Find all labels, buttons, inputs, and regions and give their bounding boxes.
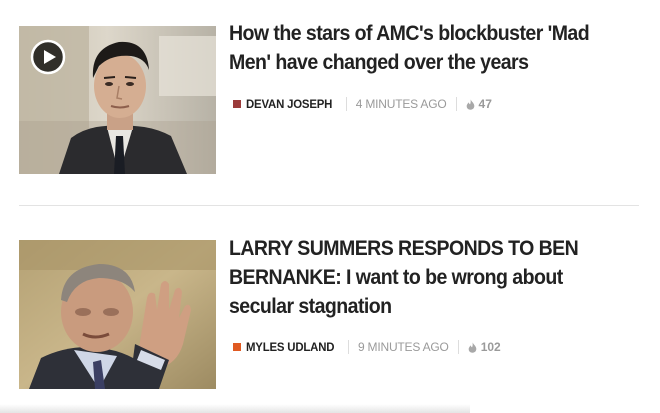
meta-divider <box>455 97 457 111</box>
view-count: 47 <box>478 97 492 111</box>
author-name[interactable]: DEVAN JOSEPH <box>246 97 332 111</box>
meta-divider <box>345 97 347 111</box>
article-meta: DEVAN JOSEPH 4 MINUTES AGO 47 <box>233 96 492 112</box>
flame-icon <box>466 99 474 110</box>
flame-icon <box>468 342 477 353</box>
play-icon[interactable] <box>30 39 66 75</box>
meta-divider <box>457 340 459 354</box>
article-card: How the stars of AMC's blockbuster 'Mad … <box>0 0 660 205</box>
article-thumbnail[interactable] <box>19 26 216 174</box>
article-meta: MYLES UDLAND 9 MINUTES AGO 102 <box>233 339 501 355</box>
article-headline[interactable]: How the stars of AMC's blockbuster 'Mad … <box>229 19 610 77</box>
category-tag <box>233 100 241 108</box>
view-count: 102 <box>480 340 501 354</box>
article-divider <box>19 205 639 206</box>
article-headline[interactable]: LARRY SUMMERS RESPONDS TO BEN BERNANKE: … <box>229 234 610 321</box>
article-card: LARRY SUMMERS RESPONDS TO BEN BERNANKE: … <box>0 208 660 413</box>
article-thumbnail[interactable] <box>19 240 216 389</box>
bottom-shadow <box>0 404 470 413</box>
timestamp: 9 MINUTES AGO <box>357 340 449 354</box>
meta-divider <box>347 340 349 354</box>
thumbnail-image <box>19 240 216 389</box>
category-tag <box>233 343 241 351</box>
author-name[interactable]: MYLES UDLAND <box>246 340 334 354</box>
timestamp: 4 MINUTES AGO <box>355 97 447 111</box>
article-feed: How the stars of AMC's blockbuster 'Mad … <box>0 0 660 413</box>
